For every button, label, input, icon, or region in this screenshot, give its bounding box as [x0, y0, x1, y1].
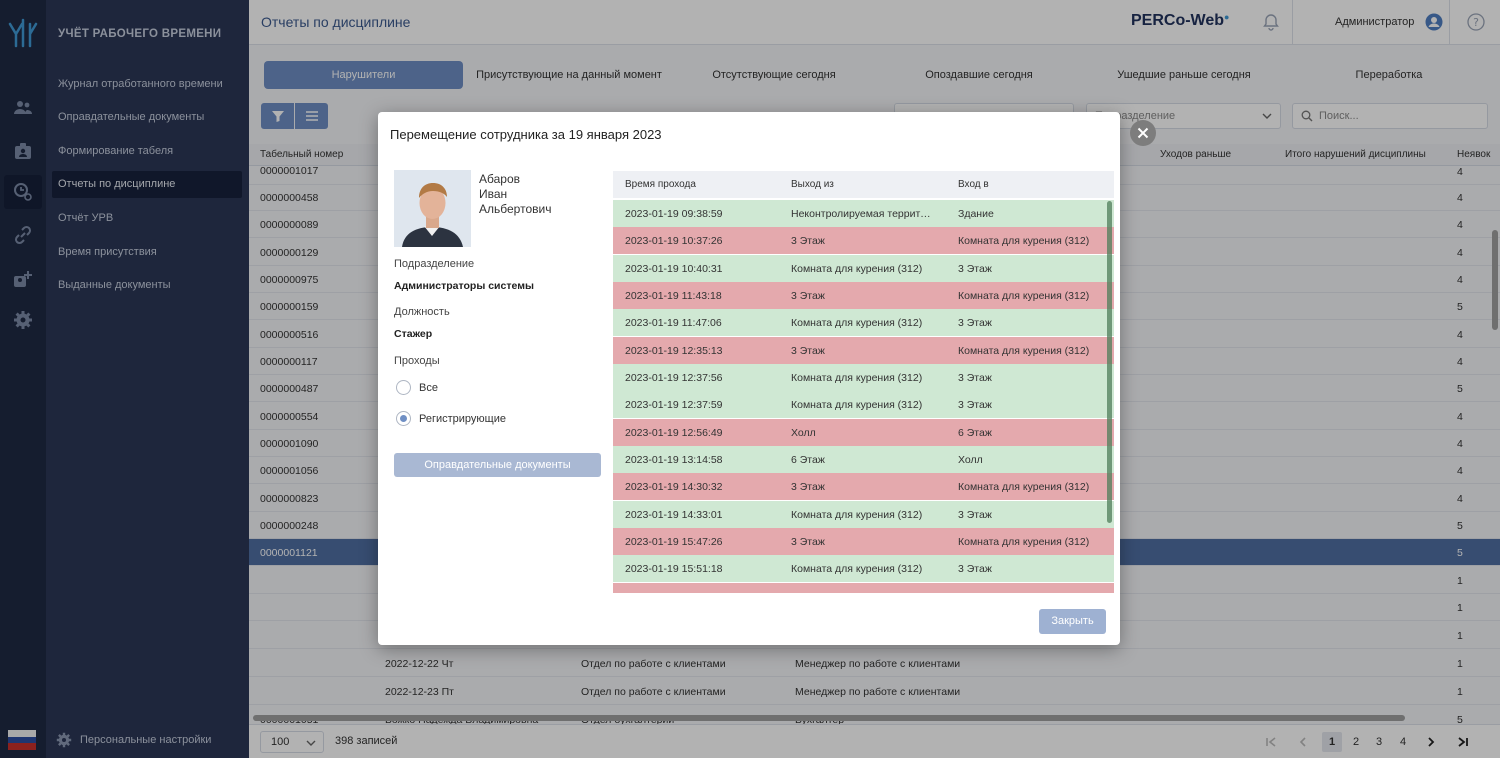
employee-name: Абаров Иван Альбертович	[479, 172, 551, 217]
pass-row[interactable]: 2023-01-19 11:47:06 Комната для курения (…	[613, 309, 1114, 336]
pass-row[interactable]: 2023-01-19 12:37:59 Комната для курения (…	[613, 391, 1114, 418]
pass-row[interactable]	[613, 583, 1114, 593]
employee-surname: Абаров	[479, 172, 520, 186]
pass-row[interactable]: 2023-01-19 12:35:13 3 Этаж Комната для кур…	[613, 337, 1114, 364]
radio-all[interactable]	[396, 380, 411, 395]
subdivision-value: Администраторы системы	[394, 280, 534, 292]
passes-table-header: Время прохода Выход из Вход в	[613, 171, 1114, 198]
pass-row[interactable]: 2023-01-19 15:51:18 Комната для курения (…	[613, 555, 1114, 582]
header-enter-to[interactable]: Вход в	[958, 179, 989, 190]
subdivision-label: Подразделение	[394, 258, 475, 270]
pass-row[interactable]: 2023-01-19 15:47:26 3 Этаж Комната для кур…	[613, 528, 1114, 555]
pass-row[interactable]: 2023-01-19 11:43:18 3 Этаж Комната для кур…	[613, 282, 1114, 309]
header-exit-from[interactable]: Выход из	[791, 179, 834, 190]
radio-all-label[interactable]: Все	[419, 382, 438, 394]
employee-photo	[394, 170, 471, 247]
pass-row[interactable]: 2023-01-19 14:33:01 Комната для курения (…	[613, 501, 1114, 528]
pass-row[interactable]: 2023-01-19 12:56:49 Холл 6 Этаж	[613, 419, 1114, 446]
position-value: Стажер	[394, 328, 433, 340]
radio-registering[interactable]	[396, 411, 411, 426]
close-icon	[1137, 127, 1149, 139]
position-label: Должность	[394, 306, 450, 318]
employee-portrait-icon	[394, 170, 471, 247]
pass-row[interactable]: 2023-01-19 10:37:26 3 Этаж Комната для кур…	[613, 227, 1114, 254]
passes-label: Проходы	[394, 355, 440, 367]
employee-firstname: Иван	[479, 187, 508, 201]
dialog-title: Перемещение сотрудника за 19 января 2023	[390, 127, 662, 142]
passes-table: Время прохода Выход из Вход в 2023-01-19…	[613, 171, 1114, 593]
passes-scrollbar[interactable]	[1107, 201, 1112, 523]
radio-registering-label[interactable]: Регистрирующие	[419, 413, 506, 425]
employee-patronymic: Альбертович	[479, 202, 552, 216]
justification-docs-button[interactable]: Оправдательные документы	[394, 453, 601, 477]
close-button[interactable]: Закрыть	[1039, 609, 1106, 634]
close-dialog-button[interactable]	[1130, 120, 1156, 146]
employee-movement-dialog: Перемещение сотрудника за 19 января 2023…	[378, 112, 1120, 645]
header-pass-time[interactable]: Время прохода	[625, 179, 696, 190]
pass-row[interactable]: 2023-01-19 09:38:59 Неконтролируемая терр…	[613, 200, 1114, 227]
pass-row[interactable]: 2023-01-19 10:40:31 Комната для курения (…	[613, 255, 1114, 282]
pass-row[interactable]: 2023-01-19 13:14:58 6 Этаж Холл	[613, 446, 1114, 473]
pass-row[interactable]: 2023-01-19 12:37:56 Комната для курения (…	[613, 364, 1114, 391]
pass-row[interactable]: 2023-01-19 14:30:32 3 Этаж Комната для кур…	[613, 473, 1114, 500]
